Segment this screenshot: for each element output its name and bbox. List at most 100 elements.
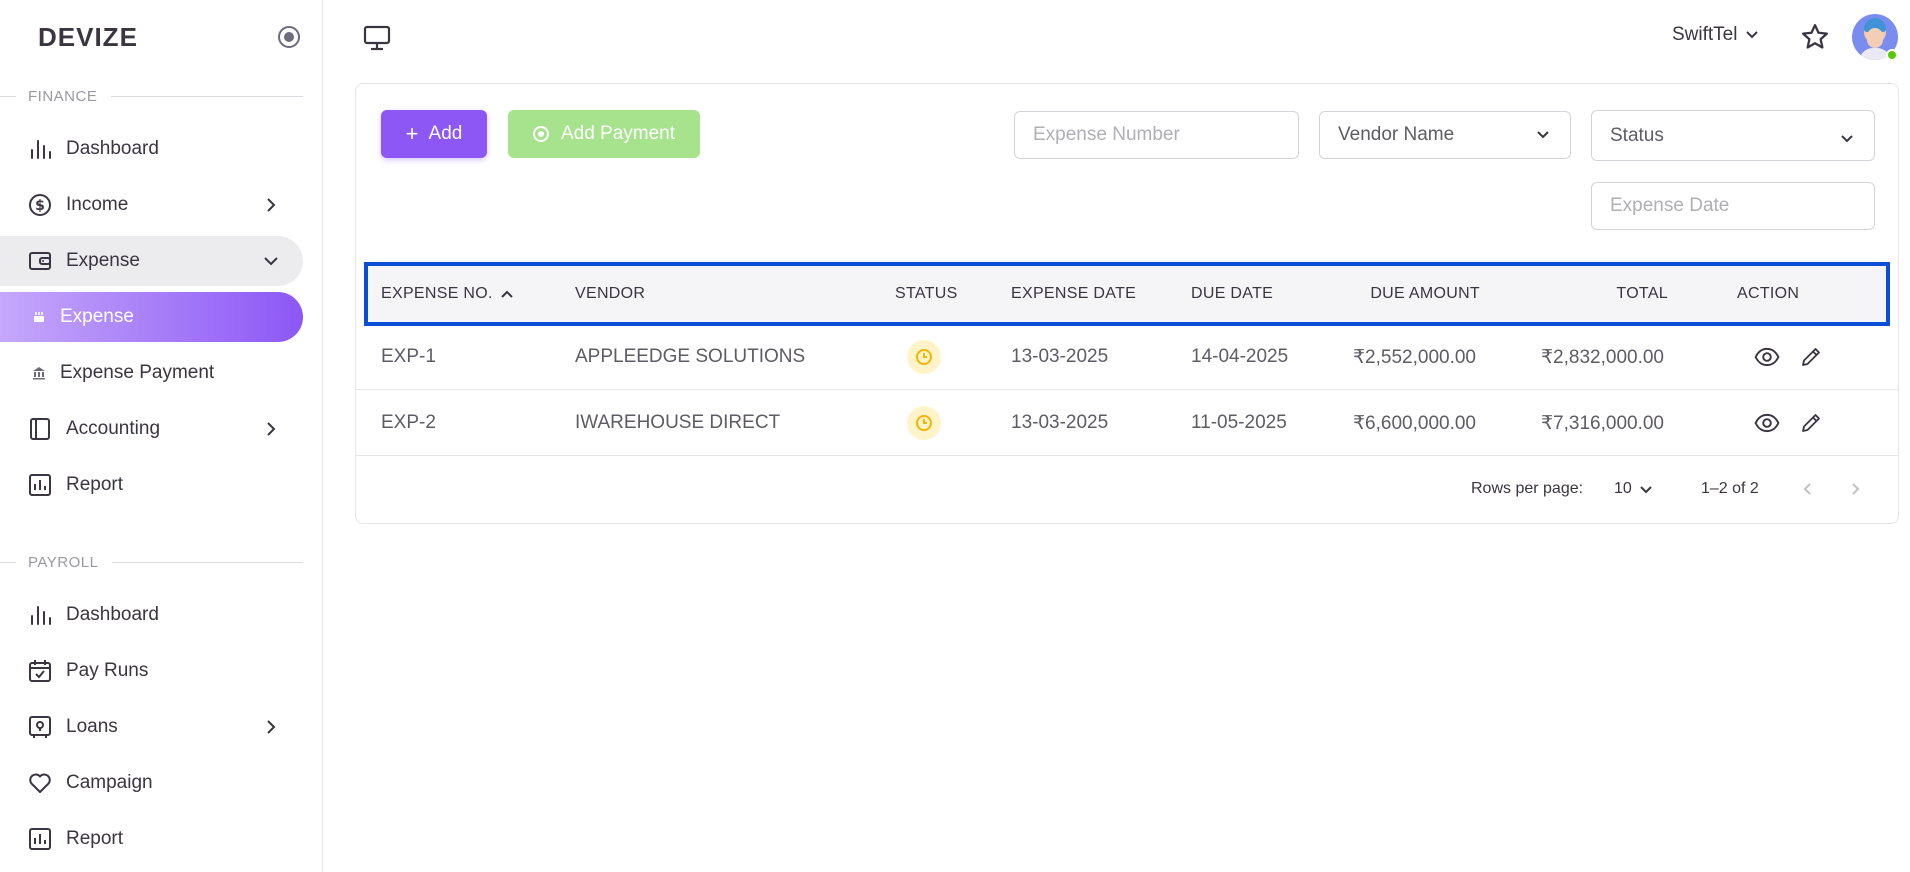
- chevron-right-icon: [267, 422, 276, 436]
- section-label-finance: FINANCE: [0, 88, 303, 105]
- sidebar-item-pay-runs[interactable]: Pay Runs: [0, 646, 303, 696]
- expense-date-field[interactable]: [1591, 182, 1875, 230]
- cell-due-amount: ₹6,600,000.00: [1352, 412, 1476, 434]
- bank-icon: [32, 361, 46, 385]
- table-header: EXPENSE NO. VENDOR STATUS EXPENSE DATE D…: [364, 262, 1890, 326]
- cell-total: ₹7,316,000.00: [1540, 412, 1664, 434]
- header-expense-no[interactable]: EXPENSE NO.: [381, 285, 515, 303]
- header-due-date[interactable]: DUE DATE: [1191, 285, 1273, 303]
- sidebar-item-label: Report: [66, 474, 124, 495]
- dollar-circle-icon: $: [28, 193, 52, 217]
- header-status[interactable]: STATUS: [895, 285, 958, 303]
- chevron-down-icon: [1640, 486, 1652, 494]
- cell-total: ₹2,832,000.00: [1540, 346, 1664, 368]
- table-row[interactable]: EXP-1 APPLEEDGE SOLUTIONS 13-03-2025 14-…: [356, 324, 1898, 390]
- chevron-right-icon: [267, 198, 276, 212]
- view-icon[interactable]: [1754, 390, 1780, 456]
- sub-item-icon: [32, 305, 46, 329]
- sidebar-item-label: Expense Payment: [60, 362, 215, 383]
- sidebar-item-expense-sub[interactable]: Expense: [0, 292, 303, 342]
- sort-ascending-icon: [501, 290, 513, 298]
- status-select[interactable]: Status: [1591, 110, 1875, 161]
- bar-chart-icon: [28, 603, 52, 627]
- pending-clock-icon: [907, 340, 941, 374]
- chevron-down-icon: [1841, 134, 1853, 142]
- vendor-name-select[interactable]: Vendor Name: [1319, 111, 1571, 159]
- star-icon[interactable]: [1800, 22, 1830, 52]
- sidebar-item-label: Report: [66, 828, 124, 849]
- chevron-down-icon: [1746, 31, 1759, 39]
- header-expense-date[interactable]: EXPENSE DATE: [1011, 285, 1136, 303]
- sidebar-item-finance-report[interactable]: Report: [0, 460, 303, 510]
- add-button[interactable]: + Add: [381, 110, 487, 158]
- sidebar-item-label: Expense: [60, 306, 134, 327]
- rows-per-page-select[interactable]: 10: [1614, 456, 1654, 522]
- sidebar-item-label: Dashboard: [66, 138, 159, 159]
- sidebar-item-label: Loans: [66, 716, 118, 737]
- add-payment-button[interactable]: Add Payment: [508, 110, 700, 158]
- expense-date-input[interactable]: [1610, 195, 1856, 217]
- sidebar-item-income[interactable]: $ Income: [0, 180, 303, 230]
- section-label-payroll: PAYROLL: [0, 554, 303, 571]
- edit-icon[interactable]: [1799, 390, 1823, 456]
- header-action: ACTION: [1737, 285, 1800, 302]
- brand-logo: DEVIZE: [38, 22, 138, 52]
- cell-expense-date: 13-03-2025: [1011, 412, 1109, 433]
- cell-vendor: APPLEEDGE SOLUTIONS: [575, 346, 806, 367]
- cell-expense-no[interactable]: EXP-1: [381, 324, 436, 390]
- online-status-dot: [1886, 49, 1898, 61]
- cell-status: [907, 324, 941, 390]
- cell-due-amount: ₹2,552,000.00: [1352, 346, 1476, 368]
- header-vendor[interactable]: VENDOR: [575, 285, 645, 303]
- cell-vendor: IWAREHOUSE DIRECT: [575, 412, 781, 433]
- sidebar-item-campaign[interactable]: Campaign: [0, 758, 303, 808]
- sidebar-item-payroll-dashboard[interactable]: Dashboard: [0, 590, 303, 640]
- sidebar-item-label: Campaign: [66, 772, 153, 793]
- sidebar-item-finance-dashboard[interactable]: Dashboard: [0, 124, 303, 174]
- payment-icon: [532, 126, 549, 142]
- report-icon: [28, 827, 52, 851]
- chevron-right-icon: [267, 720, 276, 734]
- cell-expense-no[interactable]: EXP-2: [381, 390, 436, 456]
- expense-number-input[interactable]: [1033, 124, 1280, 146]
- edit-icon[interactable]: [1799, 324, 1823, 390]
- sidebar-item-accounting[interactable]: Accounting: [0, 404, 303, 454]
- header-due-amount[interactable]: DUE AMOUNT: [1360, 285, 1480, 303]
- sidebar-item-loans[interactable]: Loans: [0, 702, 303, 752]
- table-row[interactable]: EXP-2 IWAREHOUSE DIRECT 13-03-2025 11-05…: [356, 390, 1898, 456]
- company-selector[interactable]: SwiftTel: [1672, 24, 1761, 46]
- company-name: SwiftTel: [1672, 24, 1738, 45]
- header-total[interactable]: TOTAL: [1548, 285, 1668, 303]
- sidebar-item-label: Accounting: [66, 418, 161, 439]
- cell-due-date: 11-05-2025: [1191, 412, 1287, 433]
- next-page-icon[interactable]: [1846, 456, 1864, 522]
- expense-number-field[interactable]: [1014, 111, 1299, 159]
- monitor-icon[interactable]: [363, 24, 391, 52]
- view-icon[interactable]: [1754, 324, 1780, 390]
- heart-icon: [28, 771, 52, 795]
- sidebar-item-label: Pay Runs: [66, 660, 149, 681]
- sidebar-item-label: Income: [66, 194, 129, 215]
- sidebar-item-payroll-report[interactable]: Report: [0, 814, 303, 864]
- page-range: 1–2 of 2: [1701, 480, 1759, 497]
- plus-icon: +: [405, 121, 419, 146]
- pagination: Rows per page: 10 1–2 of 2: [356, 456, 1898, 522]
- sidebar-toggle-icon[interactable]: [278, 26, 300, 48]
- chevron-down-icon: [1537, 131, 1549, 139]
- previous-page-icon[interactable]: [1799, 456, 1817, 522]
- sidebar-item-expense[interactable]: Expense: [0, 236, 303, 286]
- cell-expense-date: 13-03-2025: [1011, 346, 1109, 367]
- sidebar-item-label: Dashboard: [66, 604, 159, 625]
- svg-text:$: $: [35, 198, 45, 214]
- rows-per-page-label: Rows per page:: [1471, 480, 1584, 497]
- cell-due-date: 14-04-2025: [1191, 346, 1289, 367]
- pending-clock-icon: [907, 406, 941, 440]
- sidebar-item-label: Expense: [66, 250, 140, 271]
- sidebar-item-expense-payment[interactable]: Expense Payment: [0, 348, 303, 398]
- chevron-down-icon: [264, 257, 278, 266]
- report-icon: [28, 473, 52, 497]
- bar-chart-icon: [28, 137, 52, 161]
- expense-card: + Add Add Payment Vendor Name Status EXP…: [355, 83, 1899, 524]
- cell-status: [907, 390, 941, 456]
- calendar-check-icon: [28, 659, 52, 683]
